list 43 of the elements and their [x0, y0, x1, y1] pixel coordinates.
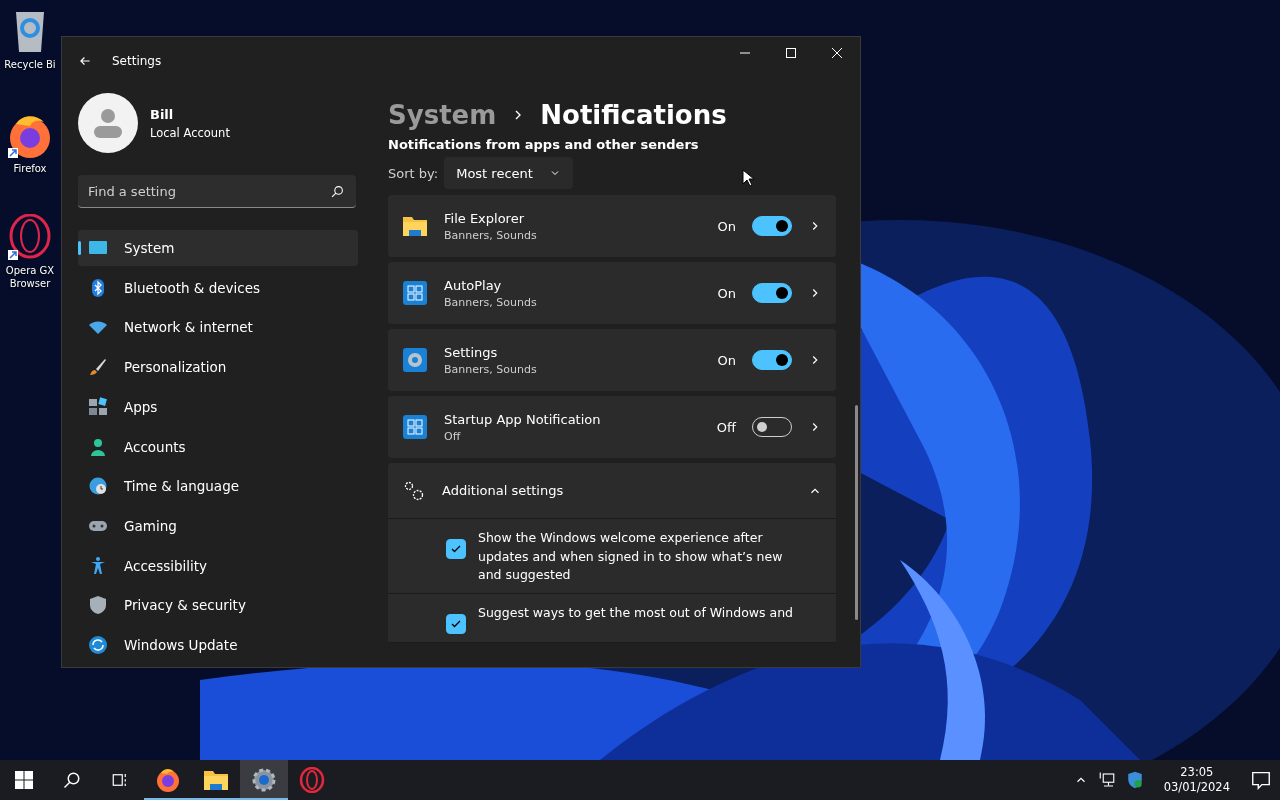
app-notification-card[interactable]: AutoPlay Banners, Sounds On [388, 262, 836, 324]
page-title: Notifications [540, 100, 727, 130]
app-notification-card[interactable]: Startup App Notification Off Off [388, 396, 836, 458]
desktop-icon-label: Opera GX Browser [4, 264, 56, 290]
app-notification-card[interactable]: Settings Banners, Sounds On [388, 329, 836, 391]
option-text: Suggest ways to get the most out of Windows and [478, 603, 794, 622]
toggle-state: Off [716, 419, 736, 435]
app-detail: Banners, Sounds [444, 362, 537, 376]
sort-dropdown[interactable]: Most recent [444, 157, 573, 189]
section-heading: Notifications from apps and other senders [388, 137, 700, 153]
search-field[interactable]: Find a setting [78, 175, 356, 208]
app-notification-card[interactable]: File Explorer Banners, Sounds On [388, 195, 836, 257]
breadcrumb-link[interactable]: System [388, 100, 497, 130]
desktop-icon-label: Firefox [13, 162, 47, 175]
option-text: Show the Windows welcome experience after updates and when signed in to show what’s new and suggested [478, 529, 784, 584]
expander-title: Additional settings [442, 483, 565, 498]
nav-item[interactable]: Personalization [78, 349, 358, 385]
desktop-icon-label: Recycle Bi [4, 58, 56, 71]
app-detail: Banners, Sounds [444, 228, 537, 242]
nav-item[interactable]: Accessibility [78, 547, 358, 584]
nav-item[interactable]: Bluetooth & devices [78, 269, 358, 306]
sort-label: Sort by: [388, 165, 439, 181]
user-name: Bill [150, 106, 175, 122]
nav-item[interactable]: Privacy & security [78, 587, 358, 624]
window-title: Settings [112, 54, 162, 68]
nav-item[interactable]: Gaming [78, 508, 358, 544]
app-name: File Explorer [444, 210, 525, 226]
app-name: Startup App Notification [444, 411, 601, 427]
nav-item[interactable]: System [78, 230, 358, 266]
app-name: AutoPlay [444, 277, 503, 293]
toggle-state: On [717, 218, 736, 234]
app-detail: Banners, Sounds [444, 295, 537, 309]
toggle-state: On [717, 352, 736, 368]
toggle-state: On [717, 285, 736, 301]
nav-item[interactable]: Time & language [78, 468, 358, 505]
account-type: Local Account [150, 125, 230, 140]
clock[interactable]: 23:05 03/01/2024 [1153, 765, 1240, 795]
nav-item[interactable]: Apps [78, 388, 358, 425]
nav-item[interactable]: Windows Update [78, 627, 358, 664]
nav-item[interactable]: Accounts [78, 428, 358, 465]
app-name: Settings [444, 344, 499, 360]
app-detail: Off [444, 429, 462, 443]
nav-item[interactable]: Network & internet [78, 309, 358, 346]
